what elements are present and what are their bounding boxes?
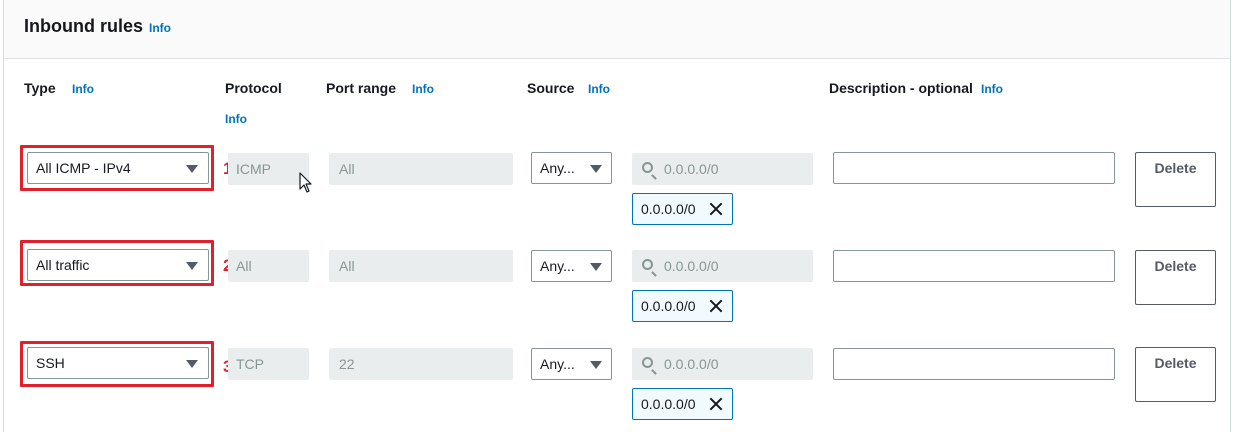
- cidr-token: 0.0.0.0/0: [632, 290, 733, 322]
- protocol-field: All: [228, 250, 309, 282]
- source-search-placeholder: 0.0.0.0/0: [664, 161, 719, 177]
- description-input[interactable]: [833, 250, 1115, 282]
- source-select-value: Any...: [540, 356, 575, 372]
- caret-down-icon: [590, 165, 602, 173]
- description-input[interactable]: [833, 152, 1115, 184]
- panel-title: Inbound rules: [24, 16, 143, 36]
- source-search-input[interactable]: 0.0.0.0/0: [632, 153, 813, 185]
- source-select-value: Any...: [540, 258, 575, 274]
- source-info-link[interactable]: Info: [588, 82, 610, 96]
- port-range-field: All: [329, 250, 513, 282]
- column-header-port-range: Port range: [326, 80, 397, 96]
- source-search-input[interactable]: 0.0.0.0/0: [632, 348, 813, 380]
- cidr-token-label: 0.0.0.0/0: [641, 201, 696, 217]
- protocol-info-link[interactable]: Info: [225, 112, 247, 126]
- caret-down-icon: [590, 361, 602, 369]
- source-search-input[interactable]: 0.0.0.0/0: [632, 250, 813, 282]
- port-range-info-link[interactable]: Info: [412, 82, 434, 96]
- delete-button[interactable]: Delete: [1135, 250, 1216, 305]
- type-select[interactable]: SSH: [27, 347, 209, 379]
- caret-down-icon: [590, 263, 602, 271]
- protocol-field: ICMP: [228, 153, 309, 185]
- source-select[interactable]: Any...: [531, 250, 612, 282]
- type-select-value: All traffic: [36, 257, 90, 273]
- delete-button[interactable]: Delete: [1135, 152, 1216, 207]
- cidr-token: 0.0.0.0/0: [632, 388, 733, 420]
- search-icon: [642, 259, 653, 270]
- port-range-field: 22: [329, 348, 513, 380]
- source-search-placeholder: 0.0.0.0/0: [664, 356, 719, 372]
- source-select-value: Any...: [540, 160, 575, 176]
- rule-row: All traffic 2 All All Any... 0.0.0.0/0 0…: [4, 240, 1230, 330]
- close-icon[interactable]: [708, 201, 724, 217]
- description-info-link[interactable]: Info: [981, 82, 1003, 96]
- caret-down-icon: [186, 165, 198, 173]
- type-info-link[interactable]: Info: [72, 82, 94, 96]
- cidr-token: 0.0.0.0/0: [632, 193, 733, 225]
- type-select-value: All ICMP - IPv4: [36, 160, 131, 176]
- source-select[interactable]: Any...: [531, 348, 612, 380]
- close-icon[interactable]: [708, 298, 724, 314]
- panel-header: Inbound rules Info: [4, 0, 1230, 59]
- cidr-token-label: 0.0.0.0/0: [641, 396, 696, 412]
- close-icon[interactable]: [708, 396, 724, 412]
- cidr-token-label: 0.0.0.0/0: [641, 298, 696, 314]
- protocol-field: TCP: [228, 348, 309, 380]
- type-select[interactable]: All ICMP - IPv4: [27, 152, 209, 184]
- type-select[interactable]: All traffic: [27, 249, 209, 281]
- mouse-pointer-icon: [299, 172, 312, 193]
- column-header-description: Description - optional: [829, 80, 973, 96]
- port-range-field: All: [329, 153, 513, 185]
- column-header-type: Type: [24, 80, 56, 96]
- column-header-protocol: Protocol: [225, 80, 282, 96]
- description-input[interactable]: [833, 348, 1115, 380]
- search-icon: [642, 357, 653, 368]
- delete-button[interactable]: Delete: [1135, 347, 1216, 402]
- caret-down-icon: [186, 360, 198, 368]
- type-select-value: SSH: [36, 355, 65, 371]
- source-select[interactable]: Any...: [531, 152, 612, 184]
- inbound-rules-panel: Inbound rules Info Type Info Protocol In…: [3, 0, 1231, 432]
- source-search-placeholder: 0.0.0.0/0: [664, 258, 719, 274]
- search-icon: [642, 162, 653, 173]
- caret-down-icon: [186, 262, 198, 270]
- rule-row: SSH 3 TCP 22 Any... 0.0.0.0/0 0.0.0.0/0 …: [4, 341, 1230, 431]
- column-header-source: Source: [527, 80, 575, 96]
- rule-row: All ICMP - IPv4 1 ICMP All Any... 0.0.0.…: [4, 145, 1230, 235]
- title-info-link[interactable]: Info: [149, 21, 171, 35]
